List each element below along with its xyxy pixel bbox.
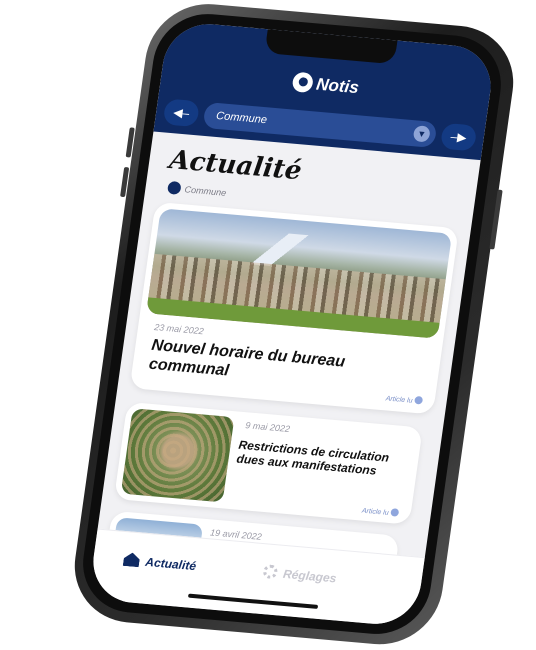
article-date: 9 mai 2022	[244, 420, 291, 435]
article-image	[146, 208, 453, 339]
notis-logo-icon	[291, 71, 314, 94]
phone-mockup: Notis ◀– Commune ▼ –▶ Actualité Commune …	[0, 0, 536, 650]
chevron-right-icon: –▶	[449, 129, 468, 145]
home-icon	[123, 552, 141, 567]
home-indicator	[187, 593, 319, 609]
chevron-down-icon: ▼	[412, 125, 431, 143]
source-label: Commune	[184, 184, 227, 198]
image-village	[120, 408, 235, 503]
next-commune-button[interactable]: –▶	[439, 122, 478, 152]
brand-name: Notis	[315, 74, 361, 98]
commune-select[interactable]: Commune ▼	[202, 101, 438, 148]
article-card[interactable]: 23 mai 2022 Nouvel horaire du bureau com…	[129, 201, 459, 415]
read-check-icon	[390, 508, 400, 517]
nav-tab-label: Actualité	[144, 554, 198, 574]
commune-logo-icon	[166, 180, 182, 195]
previous-commune-button[interactable]: ◀–	[162, 98, 201, 128]
read-status-label: Article lu	[361, 507, 390, 517]
read-status: Article lu	[385, 393, 424, 405]
article-date: 23 mai 2022	[153, 322, 205, 337]
phone-body: Notis ◀– Commune ▼ –▶ Actualité Commune …	[67, 0, 521, 650]
article-image	[120, 408, 235, 503]
chevron-left-icon: ◀–	[172, 105, 191, 121]
nav-tab-label: Réglages	[282, 566, 338, 586]
article-title: Restrictions de circulation dues aux man…	[235, 437, 391, 478]
commune-select-value: Commune	[215, 109, 268, 127]
article-card[interactable]: 9 mai 2022 Restrictions de circulation d…	[113, 401, 423, 525]
commune-selector-row: ◀– Commune ▼ –▶	[155, 98, 486, 152]
read-check-icon	[414, 395, 424, 405]
article-title: Nouvel horaire du bureau communal	[147, 336, 347, 380]
read-status-label: Article lu	[385, 395, 413, 405]
nav-tab-reglages[interactable]: Réglages	[262, 564, 337, 585]
read-status: Article lu	[361, 506, 400, 518]
page-title: Actualité	[167, 145, 304, 187]
nav-tab-actualite[interactable]: Actualité	[123, 552, 198, 573]
news-source: Commune	[166, 180, 227, 199]
gear-icon	[262, 564, 279, 580]
